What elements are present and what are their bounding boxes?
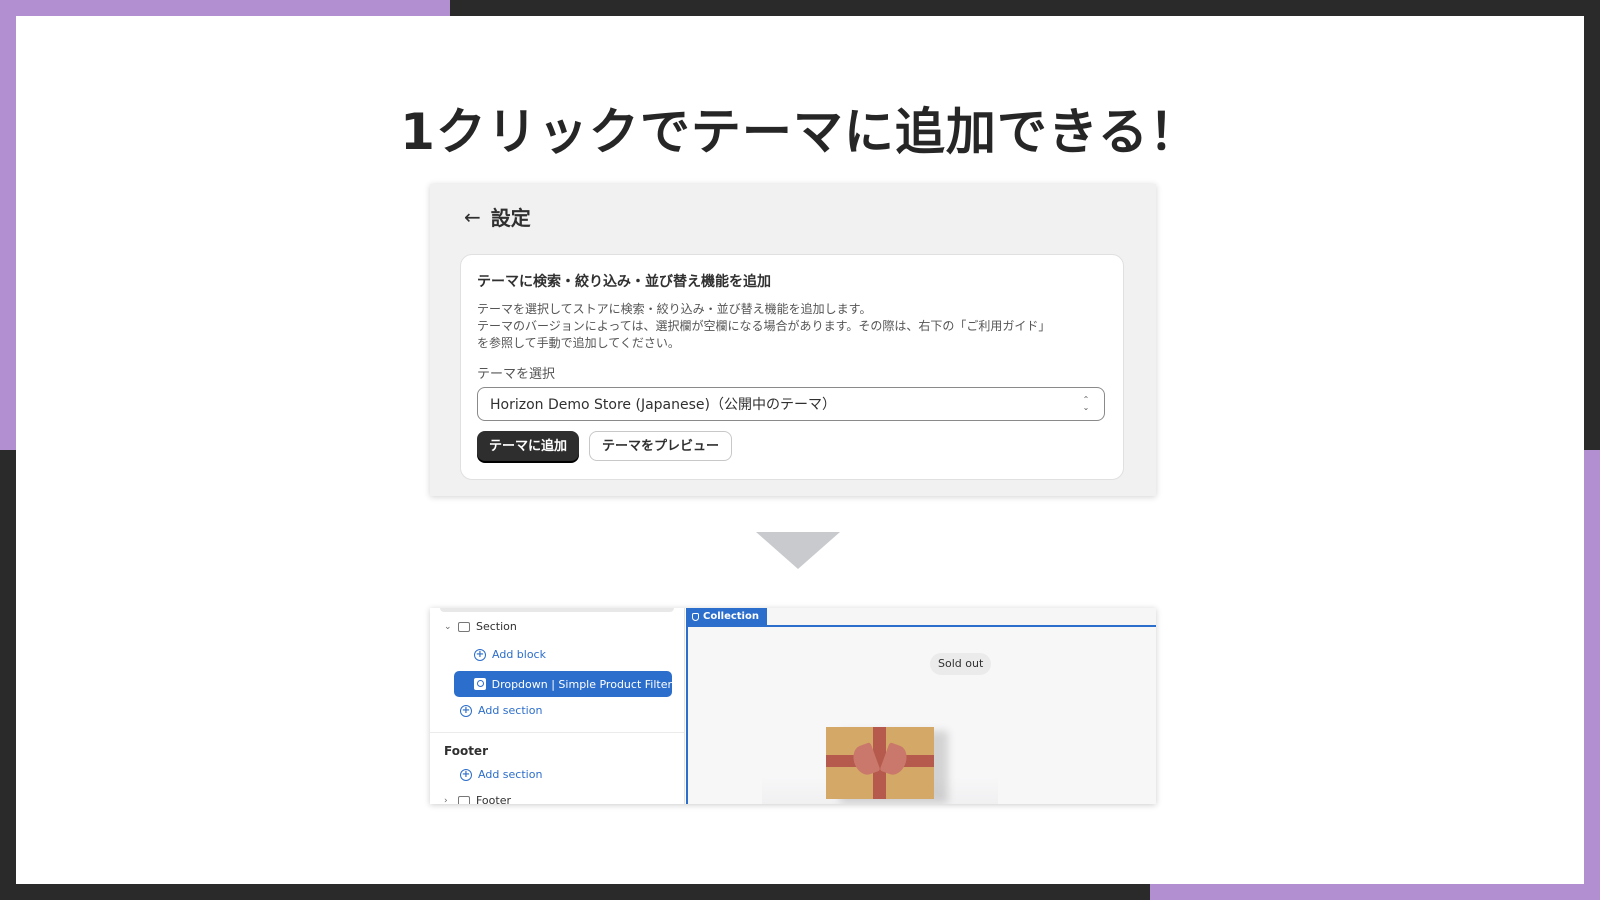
theme-install-card: テーマに検索・絞り込み・並び替え機能を追加 テーマを選択してストアに検索・絞り込…: [460, 254, 1124, 480]
plus-circle-icon: +: [474, 648, 486, 661]
description-line: を参照して手動で追加してください。: [477, 336, 680, 350]
description-line: テーマを選択してストアに検索・絞り込み・並び替え機能を追加します。: [477, 302, 872, 316]
settings-screenshot: ← 設定 テーマに検索・絞り込み・並び替え機能を追加 テーマを選択してストアに検…: [430, 184, 1156, 496]
sidebar-divider: [430, 732, 684, 733]
chevron-right-icon: ›: [444, 795, 448, 805]
sidebar-item-label: Section: [476, 620, 517, 633]
section-icon: [458, 795, 470, 804]
add-section-label: Add section: [478, 704, 543, 717]
sidebar-item-label: Footer: [476, 794, 511, 804]
arrow-left-icon[interactable]: ←: [464, 207, 481, 227]
down-arrow-icon: [756, 532, 840, 569]
gift-ribbon-horizontal: [826, 755, 934, 767]
plus-circle-icon: +: [460, 704, 472, 717]
footer-group-heading: Footer: [444, 744, 488, 758]
selected-section-frame[interactable]: Sold out: [686, 625, 1156, 804]
add-block-label: Add block: [492, 648, 546, 661]
sold-out-badge: Sold out: [930, 653, 992, 675]
add-section-link[interactable]: + Add section: [460, 704, 542, 717]
section-tag-icon: [692, 613, 699, 621]
add-to-theme-button[interactable]: テーマに追加: [477, 431, 580, 461]
description-line: テーマのバージョンによっては、選択欄が空欄になる場合があります。その際は、右下の…: [477, 319, 1051, 333]
editor-preview: Collection Sold out: [686, 608, 1156, 804]
add-section-label: Add section: [478, 768, 543, 781]
gift-box-image[interactable]: [826, 727, 934, 799]
slide-headline: 1クリックでテーマに追加できる！: [400, 103, 1200, 161]
slide: 1クリックでテーマに追加できる！ ← 設定 テーマに検索・絞り込み・並び替え機能…: [16, 16, 1584, 884]
add-block-link[interactable]: + Add block: [474, 648, 546, 661]
sidebar-item-selected-block[interactable]: Dropdown | Simple Product Filter: [454, 671, 672, 697]
page-title: 設定: [490, 206, 531, 230]
collection-tag-label: Collection: [703, 611, 759, 622]
settings-header: ← 設定: [464, 202, 531, 231]
sidebar-top-divider: [440, 608, 674, 612]
selected-block-label: Dropdown | Simple Product Filter: [491, 677, 672, 691]
theme-select[interactable]: Horizon Demo Store (Japanese)（公開中のテーマ） ⌃…: [477, 387, 1105, 421]
theme-editor-screenshot: ⌄ Section + Add block Dropdown | Simple …: [430, 608, 1156, 804]
section-icon: [458, 621, 470, 632]
sidebar-item-section[interactable]: ⌄ Section: [444, 620, 517, 633]
chevron-down-icon: ⌄: [444, 621, 452, 632]
search-block-icon: [474, 678, 486, 690]
theme-select-label: テーマを選択: [477, 367, 556, 382]
plus-circle-icon: +: [460, 768, 472, 781]
card-description: テーマを選択してストアに検索・絞り込み・並び替え機能を追加します。 テーマのバー…: [477, 301, 1117, 352]
card-title: テーマに検索・絞り込み・並び替え機能を追加: [477, 274, 771, 290]
preview-theme-button[interactable]: テーマをプレビュー: [589, 431, 733, 461]
collection-tag[interactable]: Collection: [686, 608, 767, 626]
footer-add-section-link[interactable]: + Add section: [460, 768, 542, 781]
select-chevrons-icon: ⌃ ⌄: [1082, 395, 1090, 412]
editor-sidebar: ⌄ Section + Add block Dropdown | Simple …: [430, 608, 685, 804]
theme-select-value: Horizon Demo Store (Japanese)（公開中のテーマ）: [490, 397, 836, 413]
sidebar-item-footer[interactable]: › Footer: [444, 794, 511, 804]
